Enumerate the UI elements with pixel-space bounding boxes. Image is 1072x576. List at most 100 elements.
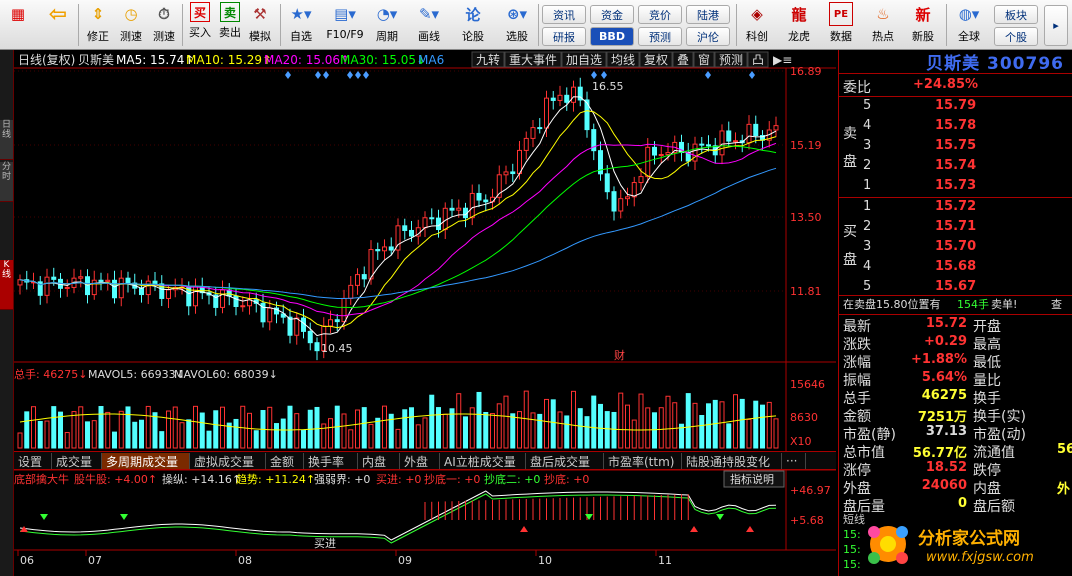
indicator-tab[interactable]: 内盘 bbox=[358, 453, 400, 469]
simulate-button[interactable]: ⚒ 模拟 bbox=[246, 2, 274, 48]
stat-value: 0 bbox=[957, 496, 967, 511]
data-button[interactable]: PE 数据 bbox=[826, 2, 856, 48]
candle-body bbox=[328, 319, 333, 327]
pill-research[interactable]: 研报 bbox=[542, 27, 586, 46]
volume-bar bbox=[645, 407, 651, 449]
indicator-tab[interactable]: 虚拟成交量 bbox=[190, 453, 266, 469]
ask-row[interactable]: 3 15.75 bbox=[839, 138, 1072, 157]
buy-button[interactable]: 买买入 bbox=[186, 2, 214, 48]
chart-tool-label: 复权 bbox=[644, 53, 668, 67]
indicator-tab[interactable]: 设置 bbox=[14, 453, 52, 469]
volume-bar bbox=[672, 402, 678, 449]
dragon-tiger-button[interactable]: 龍龙虎 bbox=[784, 2, 814, 48]
hot-label: 热点 bbox=[872, 30, 894, 43]
indicator-tab[interactable]: 市盈率(ttm) bbox=[604, 453, 682, 469]
f10-label: F10/F9 bbox=[326, 28, 364, 41]
pill-auction[interactable]: 竞价 bbox=[638, 5, 682, 24]
select-stock-button[interactable]: ⊛▾ 选股 bbox=[500, 2, 534, 48]
indicator-tab[interactable]: 外盘 bbox=[400, 453, 440, 469]
candle-body bbox=[118, 277, 124, 299]
volume-bar bbox=[415, 424, 421, 449]
sell-button[interactable]: 卖卖出 bbox=[216, 2, 244, 48]
f10-button[interactable]: ▤▾ F10/F9 bbox=[324, 2, 366, 48]
ask-price: 15.74 bbox=[935, 158, 977, 173]
kechuang-button[interactable]: ◈ 科创 bbox=[742, 2, 772, 48]
order-notice[interactable]: 在卖盘15.80位置有 154手 卖单! 查 bbox=[839, 296, 1072, 315]
grid-menu-button[interactable]: ▦ bbox=[6, 2, 30, 48]
bid-row[interactable]: 3 15.70 bbox=[839, 239, 1072, 258]
indicator-tab[interactable]: AI立桩成交量 bbox=[440, 453, 526, 469]
volume-bar bbox=[618, 392, 624, 449]
left-tab-kline-label: K线 bbox=[1, 260, 11, 280]
left-tab-kline[interactable]: K线 bbox=[0, 260, 13, 310]
pill-news[interactable]: 资讯 bbox=[542, 5, 586, 24]
volume-bar bbox=[719, 401, 725, 449]
pill-bbd[interactable]: BBD bbox=[590, 27, 634, 46]
ask-level: 3 bbox=[863, 138, 872, 153]
left-tab-daily[interactable]: 日线 bbox=[0, 120, 13, 160]
indicator-tab[interactable]: ··· bbox=[782, 453, 806, 469]
stat-right-value: 外 bbox=[1057, 482, 1071, 497]
volume-bar bbox=[145, 405, 151, 449]
volume-bar bbox=[186, 419, 192, 449]
indicator-tab[interactable]: 换手率 bbox=[304, 453, 358, 469]
discuss-button[interactable]: 论论股 bbox=[458, 2, 488, 48]
bid-row[interactable]: 4 15.68 bbox=[839, 259, 1072, 278]
new-stock-button[interactable]: 新新股 bbox=[908, 2, 938, 48]
watermark-brand: 分析家公式网 bbox=[918, 529, 1020, 549]
bid-row[interactable]: 2 15.71 bbox=[839, 219, 1072, 238]
stat-label: 涨停 bbox=[843, 463, 871, 479]
globe-icon: ◍▾ bbox=[958, 5, 980, 23]
hot-button[interactable]: ♨ 热点 bbox=[868, 2, 898, 48]
stat-right-label: 换手 bbox=[973, 391, 1001, 407]
toolbar-scroll-button[interactable]: ▸ bbox=[1044, 5, 1068, 46]
back-button[interactable]: ⇦ bbox=[46, 2, 70, 48]
chart-tool-label: 九转 bbox=[476, 52, 500, 67]
pill-funds[interactable]: 资金 bbox=[590, 5, 634, 24]
indicator-tab[interactable]: 成交量 bbox=[52, 453, 102, 469]
pill-hulun[interactable]: 沪伦 bbox=[686, 27, 730, 46]
draw-line-button[interactable]: ✎▾ 画线 bbox=[412, 2, 446, 48]
ask-level: 2 bbox=[863, 158, 872, 173]
volume-bar bbox=[125, 406, 131, 449]
ask-row[interactable]: 1 15.73 bbox=[839, 178, 1072, 197]
pill-stock[interactable]: 个股 bbox=[994, 27, 1038, 46]
watchlist-button[interactable]: ★▾ 自选 bbox=[284, 2, 318, 48]
indicator-tab[interactable]: 金额 bbox=[266, 453, 304, 469]
period-button[interactable]: ◔▾ 周期 bbox=[370, 2, 404, 48]
indicator-tab[interactable]: 多周期成交量 bbox=[102, 453, 190, 469]
ask-row[interactable]: 2 15.74 bbox=[839, 158, 1072, 177]
speed-test-button[interactable]: ◷ 测速 bbox=[116, 2, 146, 48]
candle-body bbox=[652, 146, 657, 156]
candle-body bbox=[267, 307, 273, 323]
volume-bar bbox=[375, 417, 381, 449]
pill-forecast[interactable]: 预测 bbox=[638, 27, 682, 46]
pill-lugang[interactable]: 陆港 bbox=[686, 5, 730, 24]
ask-row[interactable]: 5 15.79 bbox=[839, 98, 1072, 117]
bid-row[interactable]: 1 15.72 bbox=[839, 199, 1072, 218]
volume-bar bbox=[557, 411, 563, 449]
left-tab-minute[interactable]: 分时 bbox=[0, 162, 13, 202]
date-tick: 10 bbox=[538, 554, 552, 567]
ask-price: 15.73 bbox=[935, 178, 977, 193]
finance-event-marker[interactable]: 财 bbox=[614, 348, 625, 362]
chart-tool-label: 加自选 bbox=[566, 53, 602, 67]
stat-right-label: 换手(实) bbox=[973, 409, 1026, 425]
ask-row[interactable]: 4 15.78 bbox=[839, 118, 1072, 137]
buy-icon: 买 bbox=[190, 2, 210, 22]
hot-icon: ♨ bbox=[876, 5, 890, 23]
discuss-icon: 论 bbox=[465, 5, 481, 24]
stat-label: 总市值 bbox=[843, 445, 885, 461]
volume-bar bbox=[193, 405, 198, 449]
chart-area[interactable]: 日线(复权) 贝斯美 MA5: 15.74↑ MA10: 15.29↑ MA20… bbox=[14, 50, 836, 576]
speed-clock-button[interactable]: ⏱ 测速 bbox=[150, 2, 178, 48]
notice-check-button[interactable]: 查 bbox=[1051, 296, 1062, 312]
pill-sector[interactable]: 板块 bbox=[994, 5, 1038, 24]
indicator-tab[interactable]: 陆股通持股变化 bbox=[682, 453, 782, 469]
fix-button[interactable]: ⇕ 修正 bbox=[84, 2, 112, 48]
stat-value: +0.29 bbox=[924, 334, 967, 349]
timer-icon: ⏱ bbox=[158, 5, 170, 23]
volume-bar bbox=[739, 398, 745, 449]
global-button[interactable]: ◍▾ 全球 bbox=[952, 2, 986, 48]
indicator-tab[interactable]: 盘后成交量 bbox=[526, 453, 604, 469]
